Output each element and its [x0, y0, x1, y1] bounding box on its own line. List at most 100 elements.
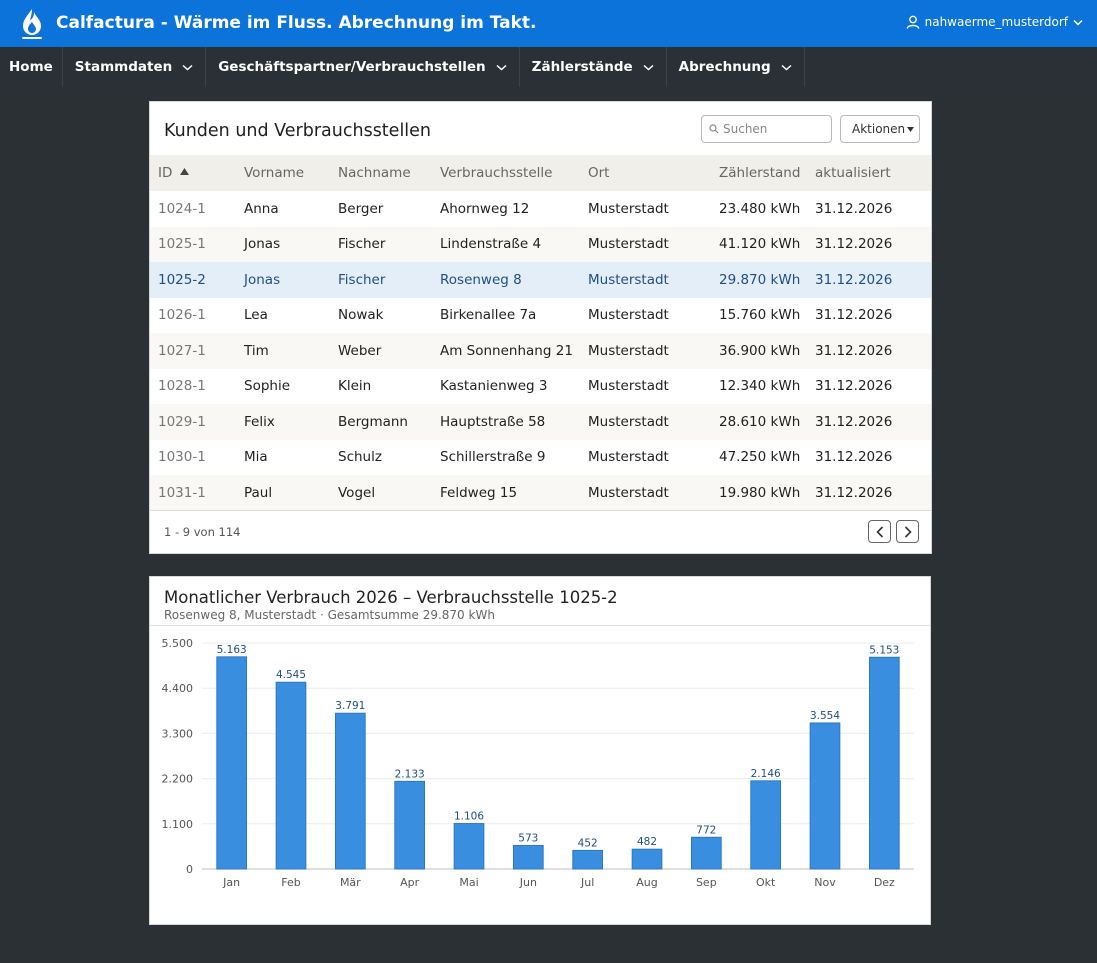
table-title: Kunden und Verbrauchsstellen	[164, 121, 432, 141]
customer-table: ID Vorname Nachname Verbrauchsstelle Ort…	[150, 155, 931, 511]
actions-button[interactable]: Aktionen	[840, 115, 920, 143]
nav-item-label: Zählerstände	[531, 59, 633, 75]
y-tick-label: 3.300	[162, 727, 194, 740]
cell-vorname: Lea	[244, 307, 268, 324]
cell-vorname: Jonas	[236, 226, 330, 262]
table-row[interactable]: 1027-1 Tim Weber Am Sonnenhang 21 Muster…	[150, 333, 931, 369]
nav-item-geschaeftspartner[interactable]: Geschäftspartner/Verbrauchstellen	[206, 47, 520, 87]
bar	[572, 849, 604, 870]
cell-ort: Musterstadt	[580, 475, 711, 511]
cell-id: 1024-1	[158, 200, 206, 217]
nav-item-label: Geschäftspartner/Verbrauchstellen	[218, 59, 486, 75]
sort-ascending-icon	[179, 168, 189, 175]
cell-id: 1026-1	[158, 307, 206, 324]
cell-nachname: Fischer	[330, 262, 432, 298]
cell-verbrauchsstelle: Hauptstraße 58	[432, 404, 580, 440]
table-row[interactable]: 1028-1 Sophie Klein Kastanienweg 3 Muste…	[150, 369, 931, 405]
cell-aktualisiert: 31.12.2026	[807, 333, 931, 369]
table-row-selected[interactable]: 1025-2 Jonas Fischer Rosenweg 8 Musterst…	[150, 262, 931, 298]
nav-item-abrechnung[interactable]: Abrechnung	[667, 47, 805, 87]
data-label: 2.146	[751, 768, 781, 780]
next-page-button[interactable]	[896, 520, 919, 543]
column-header-verbrauchsstelle[interactable]: Verbrauchsstelle	[432, 155, 580, 191]
column-header-vorname[interactable]: Vorname	[236, 155, 330, 191]
cell-ort: Musterstadt	[580, 333, 711, 369]
actions-button-label: Aktionen	[852, 122, 906, 136]
bar	[631, 848, 663, 870]
chevron-right-icon	[904, 525, 912, 538]
search-icon	[709, 124, 719, 134]
column-header-label: ID	[158, 165, 173, 181]
nav-item-stammdaten[interactable]: Stammdaten	[63, 47, 207, 87]
user-menu[interactable]: nahwaerme_musterdorf	[906, 15, 1083, 29]
nav-item-label: Abrechnung	[678, 59, 771, 75]
chevron-down-icon	[182, 64, 193, 71]
data-label: 4.545	[276, 669, 306, 681]
cell-nachname: Vogel	[330, 475, 432, 511]
cell-zaehlerstand: 19.980 kWh	[711, 475, 807, 511]
cell-id: 1030-1	[158, 449, 206, 466]
cell-nachname: Berger	[338, 200, 384, 217]
cell-id: 1029-1	[150, 404, 236, 440]
search-input[interactable]	[723, 122, 823, 136]
data-label: 3.554	[810, 710, 840, 722]
cell-id: 1031-1	[150, 475, 236, 511]
cell-verbrauchsstelle: Birkenallee 7a	[440, 307, 537, 324]
column-header-ort[interactable]: Ort	[580, 155, 711, 191]
y-tick-label: 0	[186, 863, 193, 876]
x-tick-label: Mär	[340, 876, 361, 889]
table-row[interactable]: 1026-1 Lea Nowak Birkenallee 7a Musterst…	[150, 298, 931, 334]
x-tick-label: Okt	[756, 876, 776, 889]
column-header-zaehlerstand[interactable]: Zählerstand	[711, 155, 807, 191]
cell-ort: Musterstadt	[588, 200, 669, 217]
cell-verbrauchsstelle: Schillerstraße 9	[440, 449, 546, 466]
cell-zaehlerstand: 41.120 kWh	[711, 226, 807, 262]
pagination-info: 1 - 9 von 114	[164, 525, 241, 539]
chevron-down-icon	[1073, 19, 1083, 26]
customer-table-panel: Kunden und Verbrauchsstellen Aktionen ID…	[149, 101, 932, 554]
cell-nachname: Klein	[338, 378, 372, 395]
previous-page-button[interactable]	[868, 520, 891, 543]
cell-verbrauchsstelle: Lindenstraße 4	[432, 226, 580, 262]
nav-item-home[interactable]: Home	[0, 47, 63, 87]
cell-ort: Musterstadt	[588, 307, 669, 324]
x-tick-label: Jan	[222, 876, 240, 889]
cell-id: 1028-1	[158, 378, 206, 395]
search-box[interactable]	[701, 115, 832, 143]
cell-zaehlerstand: 23.480 kWh	[719, 200, 801, 217]
x-tick-label: Dez	[874, 876, 895, 889]
column-header-nachname[interactable]: Nachname	[330, 155, 432, 191]
chevron-down-icon	[496, 64, 507, 71]
cell-zaehlerstand: 29.870 kWh	[711, 262, 807, 298]
cell-ort: Musterstadt	[580, 262, 711, 298]
table-row[interactable]: 1029-1 Felix Bergmann Hauptstraße 58 Mus…	[150, 404, 931, 440]
cell-ort: Musterstadt	[580, 404, 711, 440]
data-label: 3.791	[335, 700, 365, 712]
cell-vorname: Anna	[244, 200, 279, 217]
column-header-id[interactable]: ID	[150, 155, 236, 191]
app-title: Calfactura - Wärme im Fluss. Abrechnung …	[56, 13, 537, 33]
bar	[275, 681, 307, 870]
y-tick-label: 1.100	[162, 818, 194, 831]
table-row[interactable]: 1025-1 Jonas Fischer Lindenstraße 4 Must…	[150, 226, 931, 262]
cell-ort: Musterstadt	[588, 449, 669, 466]
cell-aktualisiert: 31.12.2026	[807, 262, 931, 298]
table-row[interactable]: 1030-1 Mia Schulz Schillerstraße 9 Muste…	[150, 440, 931, 476]
cell-vorname: Tim	[236, 333, 330, 369]
caret-down-icon	[907, 126, 914, 132]
x-tick-label: Jul	[580, 876, 594, 889]
cell-nachname: Fischer	[330, 226, 432, 262]
column-header-aktualisiert[interactable]: aktualisiert	[807, 155, 931, 191]
cell-id: 1025-2	[150, 262, 236, 298]
nav-item-zaehlerstaende[interactable]: Zählerstände	[520, 47, 667, 87]
cell-verbrauchsstelle: Ahornweg 12	[440, 200, 530, 217]
data-label: 573	[518, 832, 538, 844]
cell-id: 1025-1	[150, 226, 236, 262]
nav-item-label: Stammdaten	[74, 59, 173, 75]
table-row[interactable]: 1024-1 Anna Berger Ahornweg 12 Mustersta…	[150, 191, 931, 227]
table-row[interactable]: 1031-1 Paul Vogel Feldweg 15 Musterstadt…	[150, 475, 931, 511]
nav-item-label: Home	[9, 59, 53, 75]
cell-vorname: Mia	[244, 449, 268, 466]
cell-verbrauchsstelle: Am Sonnenhang 21	[432, 333, 580, 369]
cell-aktualisiert: 31.12.2026	[815, 200, 893, 217]
